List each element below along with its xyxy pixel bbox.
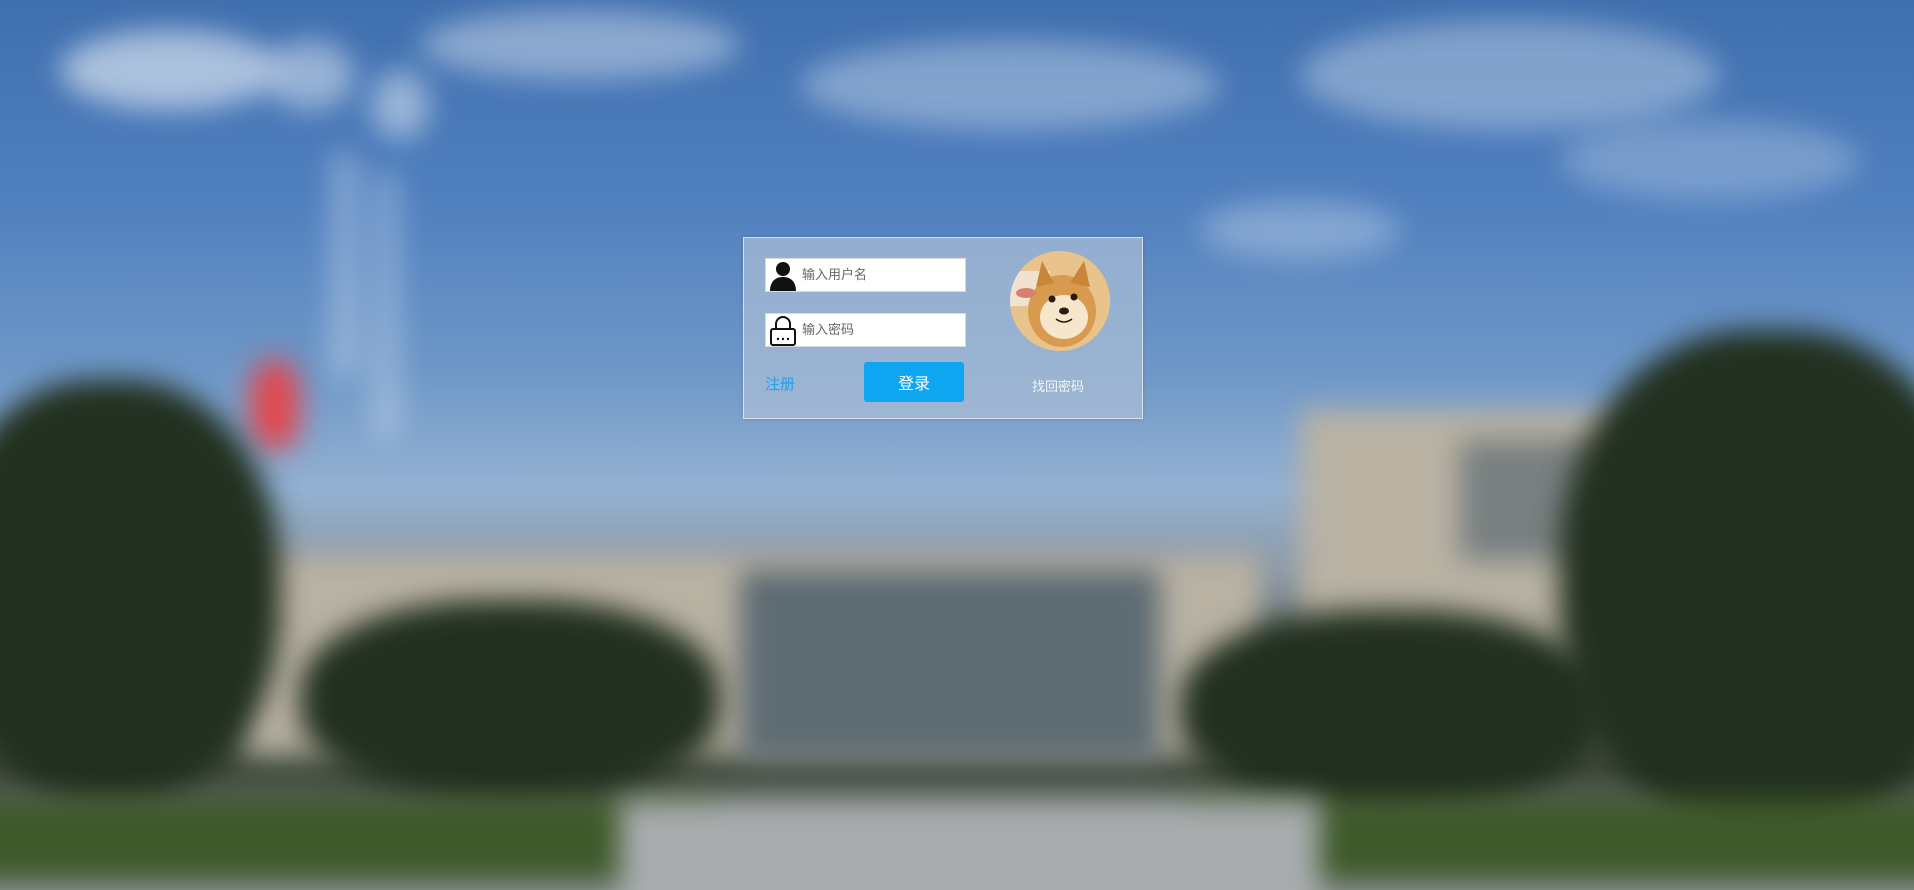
shiba-avatar [1010,251,1110,351]
username-field [765,258,966,292]
password-field [765,313,966,347]
login-panel: 注册 登录 找回密码 [743,237,1143,419]
forgot-password-link[interactable]: 找回密码 [1032,376,1084,395]
lock-icon [766,314,800,346]
register-link[interactable]: 注册 [765,373,795,394]
background-photo [0,0,1914,890]
username-input[interactable] [800,260,960,290]
login-button[interactable]: 登录 [864,362,964,402]
user-icon [766,259,800,291]
password-input[interactable] [800,315,960,345]
